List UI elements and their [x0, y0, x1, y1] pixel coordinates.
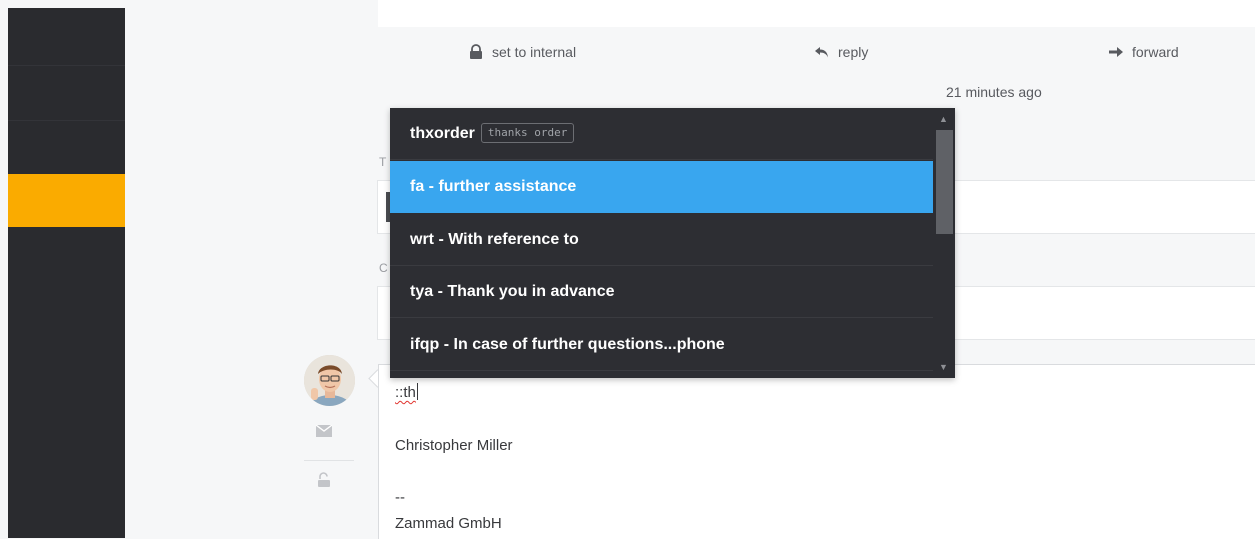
set-internal-button[interactable]: set to internal [468, 44, 576, 60]
text-module-label: thxorder [410, 125, 475, 142]
text-module-item[interactable]: ifqp - In case of further questions...ph… [390, 319, 933, 371]
text-module-keyword: thanks order [480, 123, 575, 143]
text-module-label: fa - further assistance [410, 178, 577, 195]
composer-typed-line[interactable]: ::th [395, 383, 418, 401]
nav-item-active[interactable] [8, 174, 125, 227]
text-module-label: ifqp - In case of further questions...ph… [410, 336, 725, 353]
article-timestamp: 21 minutes ago [946, 84, 1042, 100]
text-module-dropdown[interactable]: thxorder thanks order fa - further assist… [390, 108, 955, 378]
nav-item[interactable] [8, 121, 125, 174]
typed-text: ::th [395, 384, 416, 401]
forward-label: forward [1132, 44, 1179, 60]
scroll-down-arrow-icon[interactable]: ▼ [939, 362, 948, 372]
lock-icon [468, 44, 484, 60]
main-navigation [8, 8, 125, 538]
envelope-icon[interactable] [315, 424, 333, 442]
reply-button[interactable]: reply [814, 44, 868, 60]
unlock-icon[interactable] [316, 472, 332, 493]
signature-name: Christopher Miller [395, 437, 513, 454]
text-module-item-selected[interactable]: fa - further assistance [390, 161, 933, 213]
reply-arrow-icon [814, 44, 830, 60]
scroll-up-arrow-icon[interactable]: ▲ [939, 114, 948, 124]
text-caret [416, 383, 418, 400]
to-field-label: T [379, 155, 387, 169]
forward-arrow-icon [1108, 44, 1124, 60]
text-module-label: wrt - With reference to [410, 231, 579, 248]
text-module-label: tya - Thank you in advance [410, 283, 615, 300]
text-module-item[interactable]: tya - Thank you in advance [390, 266, 933, 318]
text-module-item[interactable]: wrt - With reference to [390, 214, 933, 266]
signature-separator: -- [395, 489, 405, 506]
cc-field-label: C [379, 261, 388, 275]
user-avatar [304, 355, 355, 406]
side-divider [304, 460, 354, 461]
set-internal-label: set to internal [492, 44, 577, 60]
nav-item[interactable] [8, 66, 125, 120]
forward-button[interactable]: forward [1108, 44, 1179, 60]
signature-company: Zammad GmbH [395, 515, 502, 532]
scrollbar-thumb[interactable] [936, 130, 953, 234]
article-body [378, 0, 1255, 27]
reply-label: reply [838, 44, 869, 60]
text-module-item[interactable]: thxorder thanks order [390, 108, 933, 160]
